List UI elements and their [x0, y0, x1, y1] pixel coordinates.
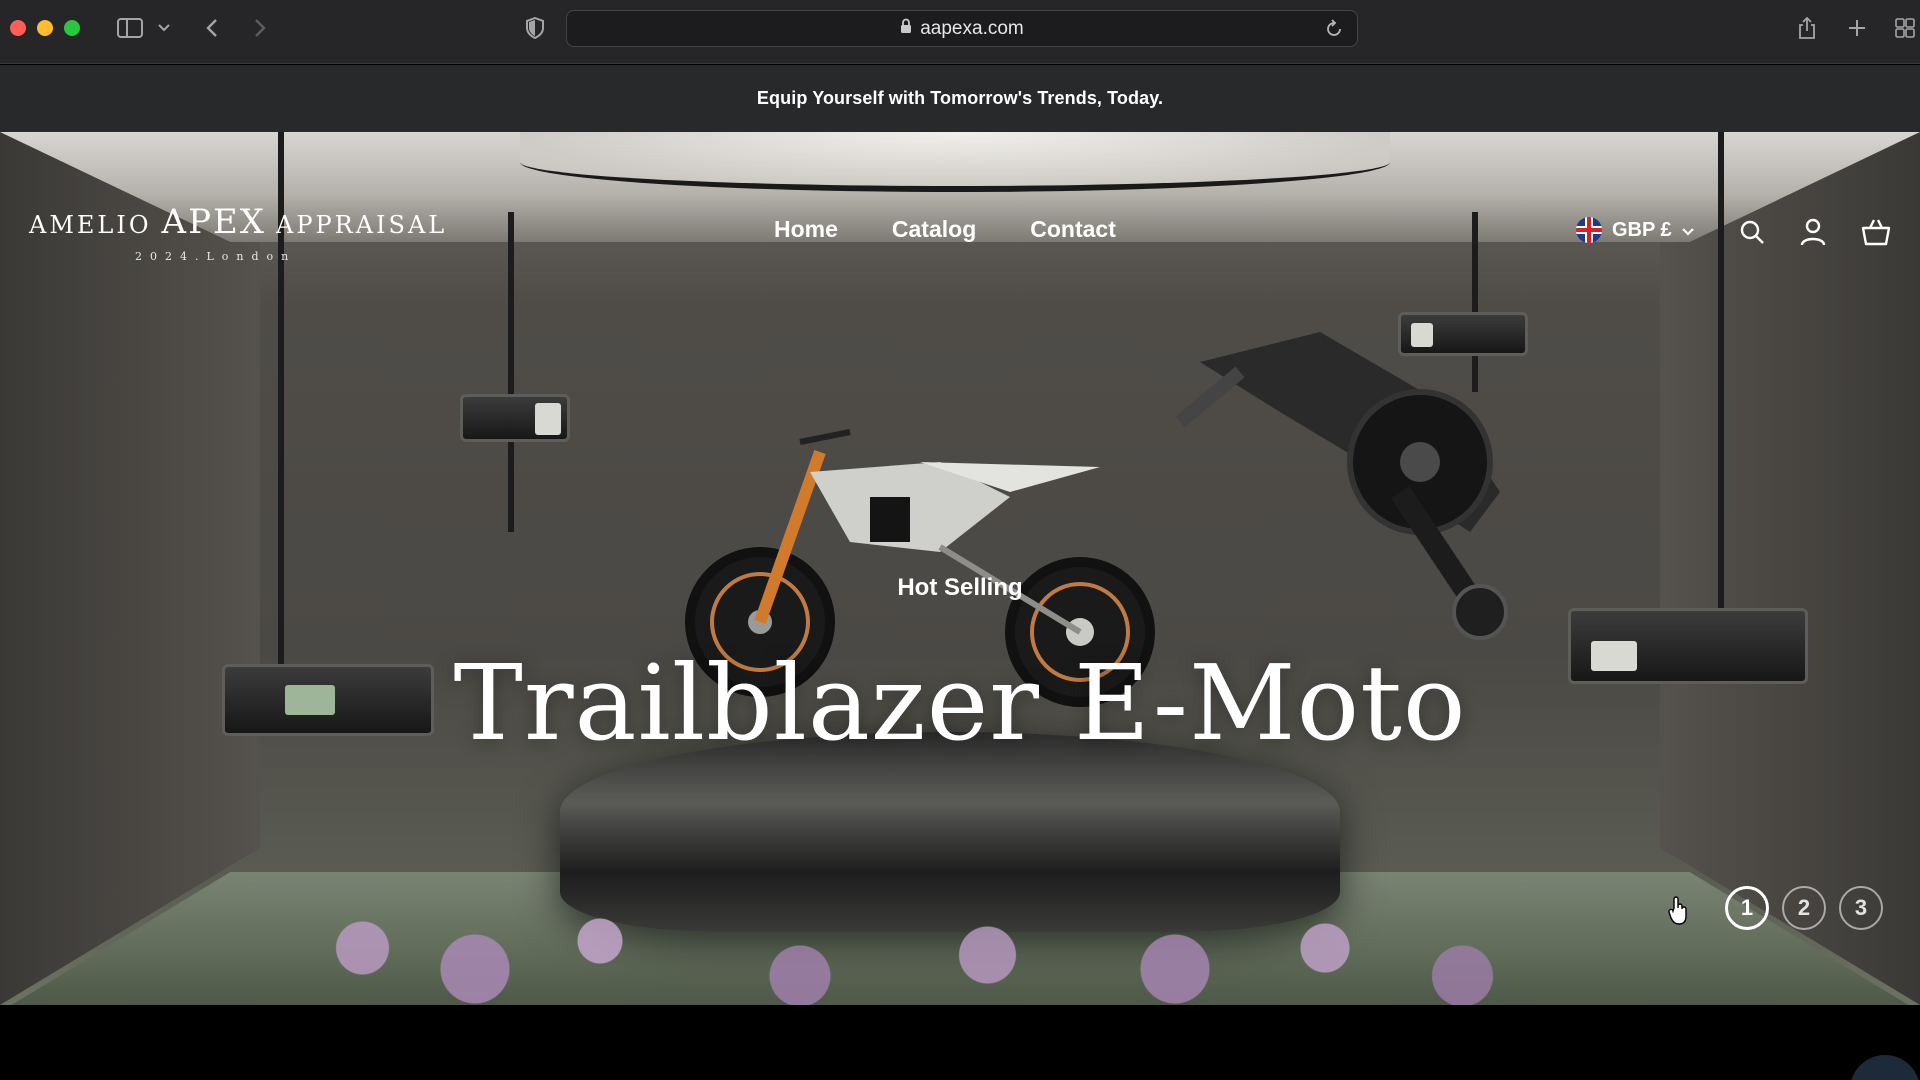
slide-dot-2[interactable]: 2	[1782, 886, 1826, 930]
new-tab-icon[interactable]	[1846, 14, 1868, 42]
chevron-down-icon	[1681, 219, 1694, 242]
pointer-cursor-icon	[1668, 896, 1690, 931]
scene-right-wall	[1660, 132, 1920, 1005]
brand-name-left: AMELIO	[29, 211, 152, 239]
brand-name-right: APPRAISAL	[276, 211, 448, 239]
brand-logo[interactable]: AMELIO APEX APPRAISAL 2024.London	[29, 202, 444, 263]
account-icon[interactable]	[1797, 216, 1829, 248]
currency-selector[interactable]: GBP £	[1576, 217, 1694, 243]
currency-label: GBP £	[1612, 218, 1672, 241]
announcement-bar: Equip Yourself with Tomorrow's Trends, T…	[0, 65, 1920, 132]
forward-icon[interactable]	[250, 14, 270, 42]
brand-tagline: 2024.London	[135, 250, 297, 263]
slide-dot-1[interactable]: 1	[1725, 886, 1769, 930]
address-bar[interactable]: aapexa.com	[566, 10, 1358, 47]
url-text: aapexa.com	[920, 17, 1024, 39]
share-icon[interactable]	[1795, 14, 1819, 42]
main-nav: Home Catalog Contact	[774, 216, 1116, 243]
brand-name-mid: APEX	[161, 202, 266, 242]
chevron-down-icon[interactable]	[156, 14, 172, 42]
slide-pagination: 1 2 3	[1725, 886, 1883, 930]
privacy-shield-icon[interactable]	[523, 14, 547, 42]
brand-name: AMELIO APEX APPRAISAL	[29, 202, 444, 242]
scene-cable	[1718, 132, 1724, 632]
sidebar-toggle-icon[interactable]	[116, 14, 144, 42]
scene-ceiling-light	[520, 132, 1390, 192]
uk-flag-icon	[1576, 217, 1602, 243]
close-window-button[interactable]	[10, 20, 26, 36]
hero-title: Trailblazer E-Moto	[453, 642, 1467, 764]
slide-dot-3[interactable]: 3	[1839, 886, 1883, 930]
back-icon[interactable]	[202, 14, 222, 42]
browser-toolbar: aapexa.com	[0, 0, 1920, 64]
minimize-window-button[interactable]	[37, 20, 53, 36]
studio-light-image	[460, 394, 570, 442]
nav-home[interactable]: Home	[774, 216, 838, 243]
announcement-text: Equip Yourself with Tomorrow's Trends, T…	[756, 88, 1164, 108]
hero-banner[interactable]: AMELIO APEX APPRAISAL 2024.London Home C…	[0, 132, 1920, 1005]
hero-kicker: Hot Selling	[897, 574, 1023, 601]
page-bottom-area	[0, 1005, 1920, 1080]
cart-icon[interactable]	[1860, 216, 1892, 248]
maximize-window-button[interactable]	[64, 20, 80, 36]
nav-catalog[interactable]: Catalog	[892, 216, 976, 243]
scene-cable	[508, 212, 514, 532]
search-icon[interactable]	[1736, 216, 1768, 248]
flowers-image	[300, 892, 1550, 1005]
reload-icon[interactable]	[1325, 19, 1343, 45]
lock-icon	[900, 18, 912, 40]
tab-overview-icon[interactable]	[1894, 14, 1916, 42]
nav-contact[interactable]: Contact	[1030, 216, 1116, 243]
